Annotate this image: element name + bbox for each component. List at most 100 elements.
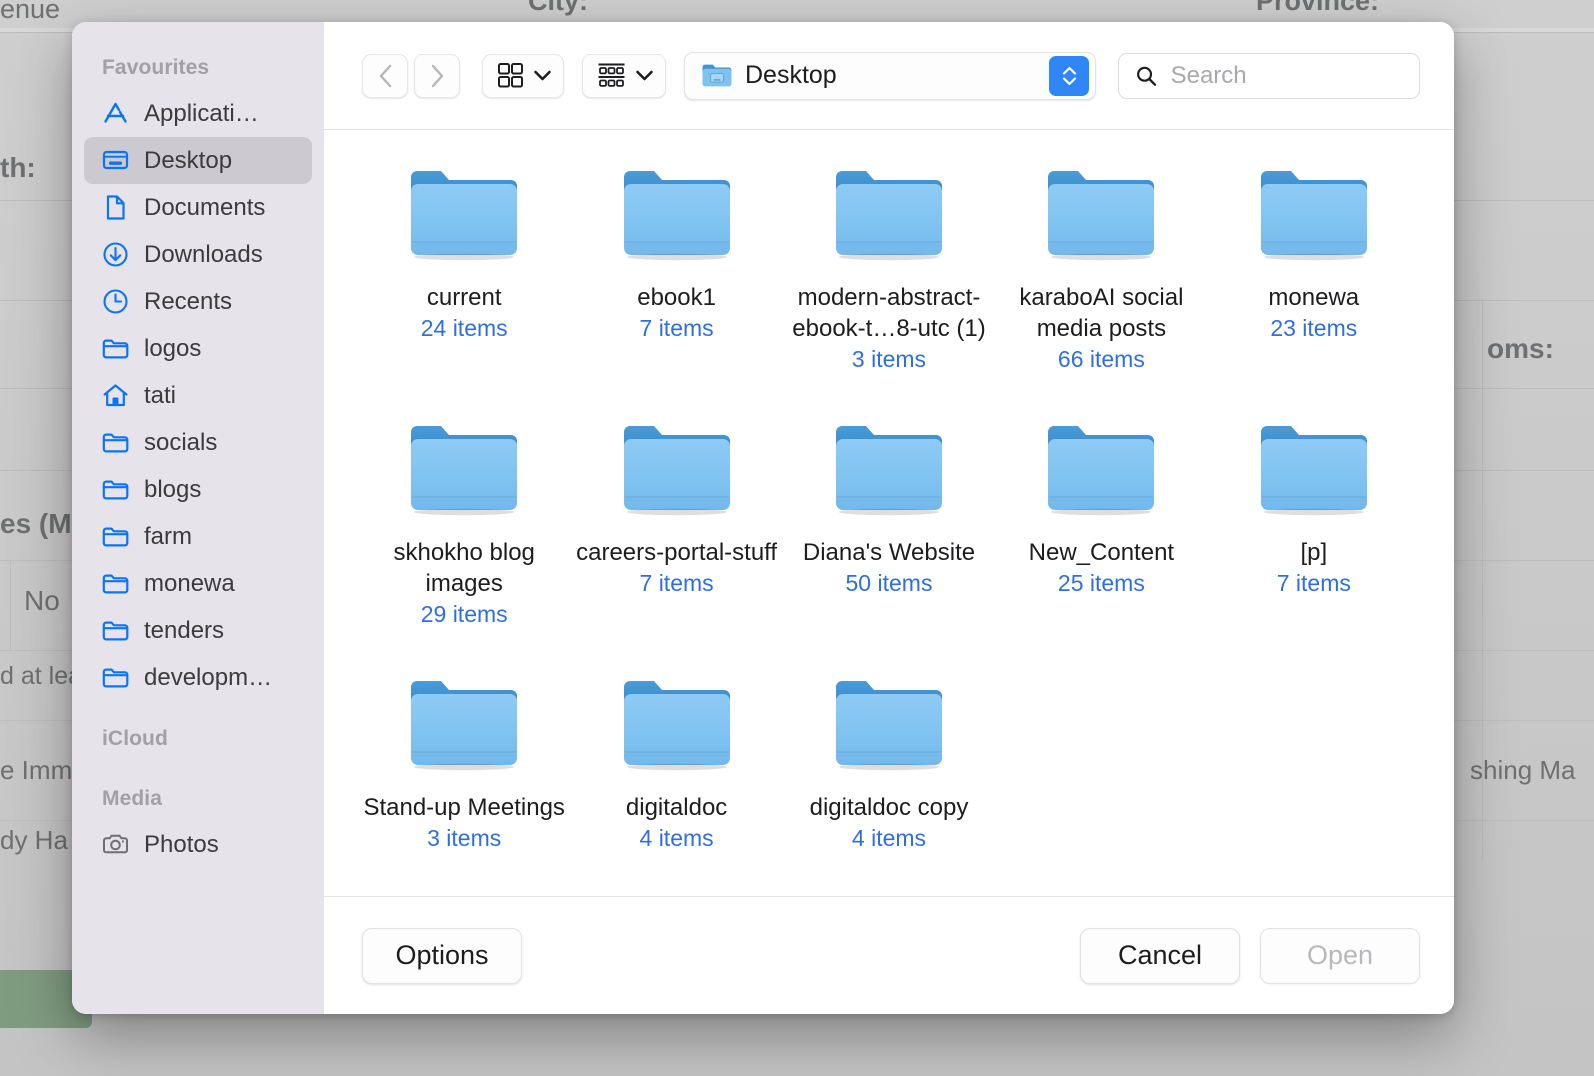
folder-icon bbox=[100, 334, 130, 364]
chevron-down-icon bbox=[636, 70, 653, 81]
file-name: [p] bbox=[1300, 539, 1328, 566]
background-label: City: bbox=[528, 0, 588, 16]
desktop-folder-icon bbox=[702, 64, 732, 87]
sidebar-item-label: tenders bbox=[144, 616, 225, 644]
file-grid[interactable]: current 24 items ebook1 7 items modern-abs… bbox=[324, 130, 1454, 896]
folder-icon bbox=[827, 156, 951, 268]
sidebar-item-label: Applicati… bbox=[144, 99, 259, 127]
sidebar-item-documents[interactable]: Documents bbox=[84, 184, 312, 231]
file-name: Stand-up Meetings bbox=[363, 794, 565, 821]
downloads-icon bbox=[100, 240, 130, 270]
sidebar-item-tenders[interactable]: tenders bbox=[84, 607, 312, 654]
sidebar-item-photos[interactable]: Photos bbox=[84, 821, 312, 868]
bg-cell-border bbox=[10, 560, 11, 650]
folder-icon bbox=[1252, 411, 1376, 523]
file-item[interactable]: careers-portal-stuff 7 items bbox=[570, 407, 782, 662]
file-item-count: 66 items bbox=[1057, 346, 1145, 372]
chevron-down-icon bbox=[534, 70, 551, 81]
path-popup-button[interactable]: Desktop bbox=[684, 51, 1096, 100]
file-item[interactable]: modern-abstract-ebook-t…8-utc (1) 3 items bbox=[783, 152, 995, 407]
file-item-count: 7 items bbox=[639, 570, 714, 596]
sidebar[interactable]: Favourites Applicati… Desktop Documents … bbox=[72, 22, 324, 1014]
folder-icon bbox=[827, 666, 951, 778]
file-name: Diana's Website bbox=[802, 539, 976, 566]
sidebar-item-developm[interactable]: developm… bbox=[84, 654, 312, 701]
home-icon bbox=[100, 381, 130, 411]
file-item[interactable]: ebook1 7 items bbox=[570, 152, 782, 407]
file-item-count: 4 items bbox=[851, 825, 927, 851]
sidebar-item-label: Documents bbox=[144, 193, 266, 221]
dialog-footer: Options Cancel Open bbox=[324, 896, 1454, 1014]
forward-button[interactable] bbox=[414, 53, 460, 98]
open-button: Open bbox=[1260, 927, 1420, 984]
sidebar-item-applicati[interactable]: Applicati… bbox=[84, 90, 312, 137]
file-item[interactable]: Stand-up Meetings 3 items bbox=[358, 662, 570, 896]
file-item[interactable]: digitaldoc copy 4 items bbox=[783, 662, 995, 896]
folder-icon bbox=[615, 156, 739, 268]
toolbar: Desktop bbox=[324, 22, 1454, 130]
file-item[interactable]: skhokho blog images 29 items bbox=[358, 407, 570, 662]
folder-icon bbox=[1252, 156, 1376, 268]
file-name: modern-abstract-ebook-t…8-utc (1) bbox=[792, 284, 986, 342]
chevron-right-icon bbox=[431, 64, 443, 87]
chevron-left-icon bbox=[379, 64, 391, 87]
file-item[interactable]: karaboAI social media posts 66 items bbox=[995, 152, 1207, 407]
file-item[interactable]: Diana's Website 50 items bbox=[783, 407, 995, 662]
background-label: shing Ma bbox=[1470, 755, 1576, 785]
search-field[interactable] bbox=[1118, 52, 1420, 99]
sidebar-item-label: socials bbox=[144, 428, 218, 456]
sidebar-section-header: Favourites bbox=[102, 56, 210, 79]
background-label: No bbox=[24, 585, 60, 616]
folder-icon bbox=[100, 569, 130, 599]
sidebar-item-label: tati bbox=[144, 381, 177, 409]
main-pane: Desktop Search current 24 items ebook1 7… bbox=[324, 22, 1454, 1014]
search-input[interactable] bbox=[1170, 61, 1407, 90]
sidebar-item-logos[interactable]: logos bbox=[84, 325, 312, 372]
view-mode-button[interactable] bbox=[482, 53, 564, 98]
file-item[interactable]: monewa 23 items bbox=[1208, 152, 1420, 407]
file-name: current bbox=[426, 284, 502, 311]
navigation-buttons bbox=[362, 53, 460, 98]
group-by-button[interactable] bbox=[582, 53, 666, 98]
sidebar-item-label: Desktop bbox=[144, 146, 233, 174]
camera-icon bbox=[100, 830, 130, 860]
options-button[interactable]: Options bbox=[362, 927, 522, 984]
file-item-count: 25 items bbox=[1057, 570, 1145, 596]
folder-icon bbox=[100, 616, 130, 646]
cancel-button[interactable]: Cancel bbox=[1080, 927, 1240, 984]
sidebar-item-label: developm… bbox=[144, 663, 273, 691]
desktop-icon bbox=[100, 146, 130, 176]
file-item[interactable]: current 24 items bbox=[358, 152, 570, 407]
background-label: Province: bbox=[1256, 0, 1380, 16]
sidebar-item-desktop[interactable]: Desktop bbox=[84, 137, 312, 184]
file-item-count: 23 items bbox=[1270, 315, 1358, 341]
file-item-count: 7 items bbox=[639, 315, 714, 341]
file-item-count: 3 items bbox=[851, 346, 927, 372]
back-button[interactable] bbox=[362, 53, 408, 98]
file-name: skhokho blog images bbox=[393, 539, 535, 597]
sidebar-item-recents[interactable]: Recents bbox=[84, 278, 312, 325]
sidebar-item-socials[interactable]: socials bbox=[84, 419, 312, 466]
background-label: e Imm bbox=[0, 755, 73, 785]
sidebar-item-downloads[interactable]: Downloads bbox=[84, 231, 312, 278]
file-name: New_Content bbox=[1028, 539, 1175, 566]
stepper-up-down-icon bbox=[1062, 66, 1076, 85]
folder-icon bbox=[1039, 411, 1163, 523]
sidebar-item-blogs[interactable]: blogs bbox=[84, 466, 312, 513]
background-label: th: bbox=[0, 152, 36, 183]
sidebar-item-farm[interactable]: farm bbox=[84, 513, 312, 560]
folder-icon bbox=[100, 428, 130, 458]
folder-icon bbox=[100, 522, 130, 552]
path-stepper-button[interactable] bbox=[1049, 55, 1089, 96]
folder-icon bbox=[402, 156, 526, 268]
background-label: enue bbox=[0, 0, 61, 24]
sidebar-item-tati[interactable]: tati bbox=[84, 372, 312, 419]
folder-icon bbox=[615, 411, 739, 523]
file-name: karaboAI social media posts bbox=[1019, 284, 1184, 342]
sidebar-item-label: monewa bbox=[144, 569, 235, 597]
background-label: dy Ha bbox=[0, 825, 68, 855]
file-item[interactable]: New_Content 25 items bbox=[995, 407, 1207, 662]
sidebar-item-monewa[interactable]: monewa bbox=[84, 560, 312, 607]
file-item[interactable]: [p] 7 items bbox=[1208, 407, 1420, 662]
file-item[interactable]: digitaldoc 4 items bbox=[570, 662, 782, 896]
